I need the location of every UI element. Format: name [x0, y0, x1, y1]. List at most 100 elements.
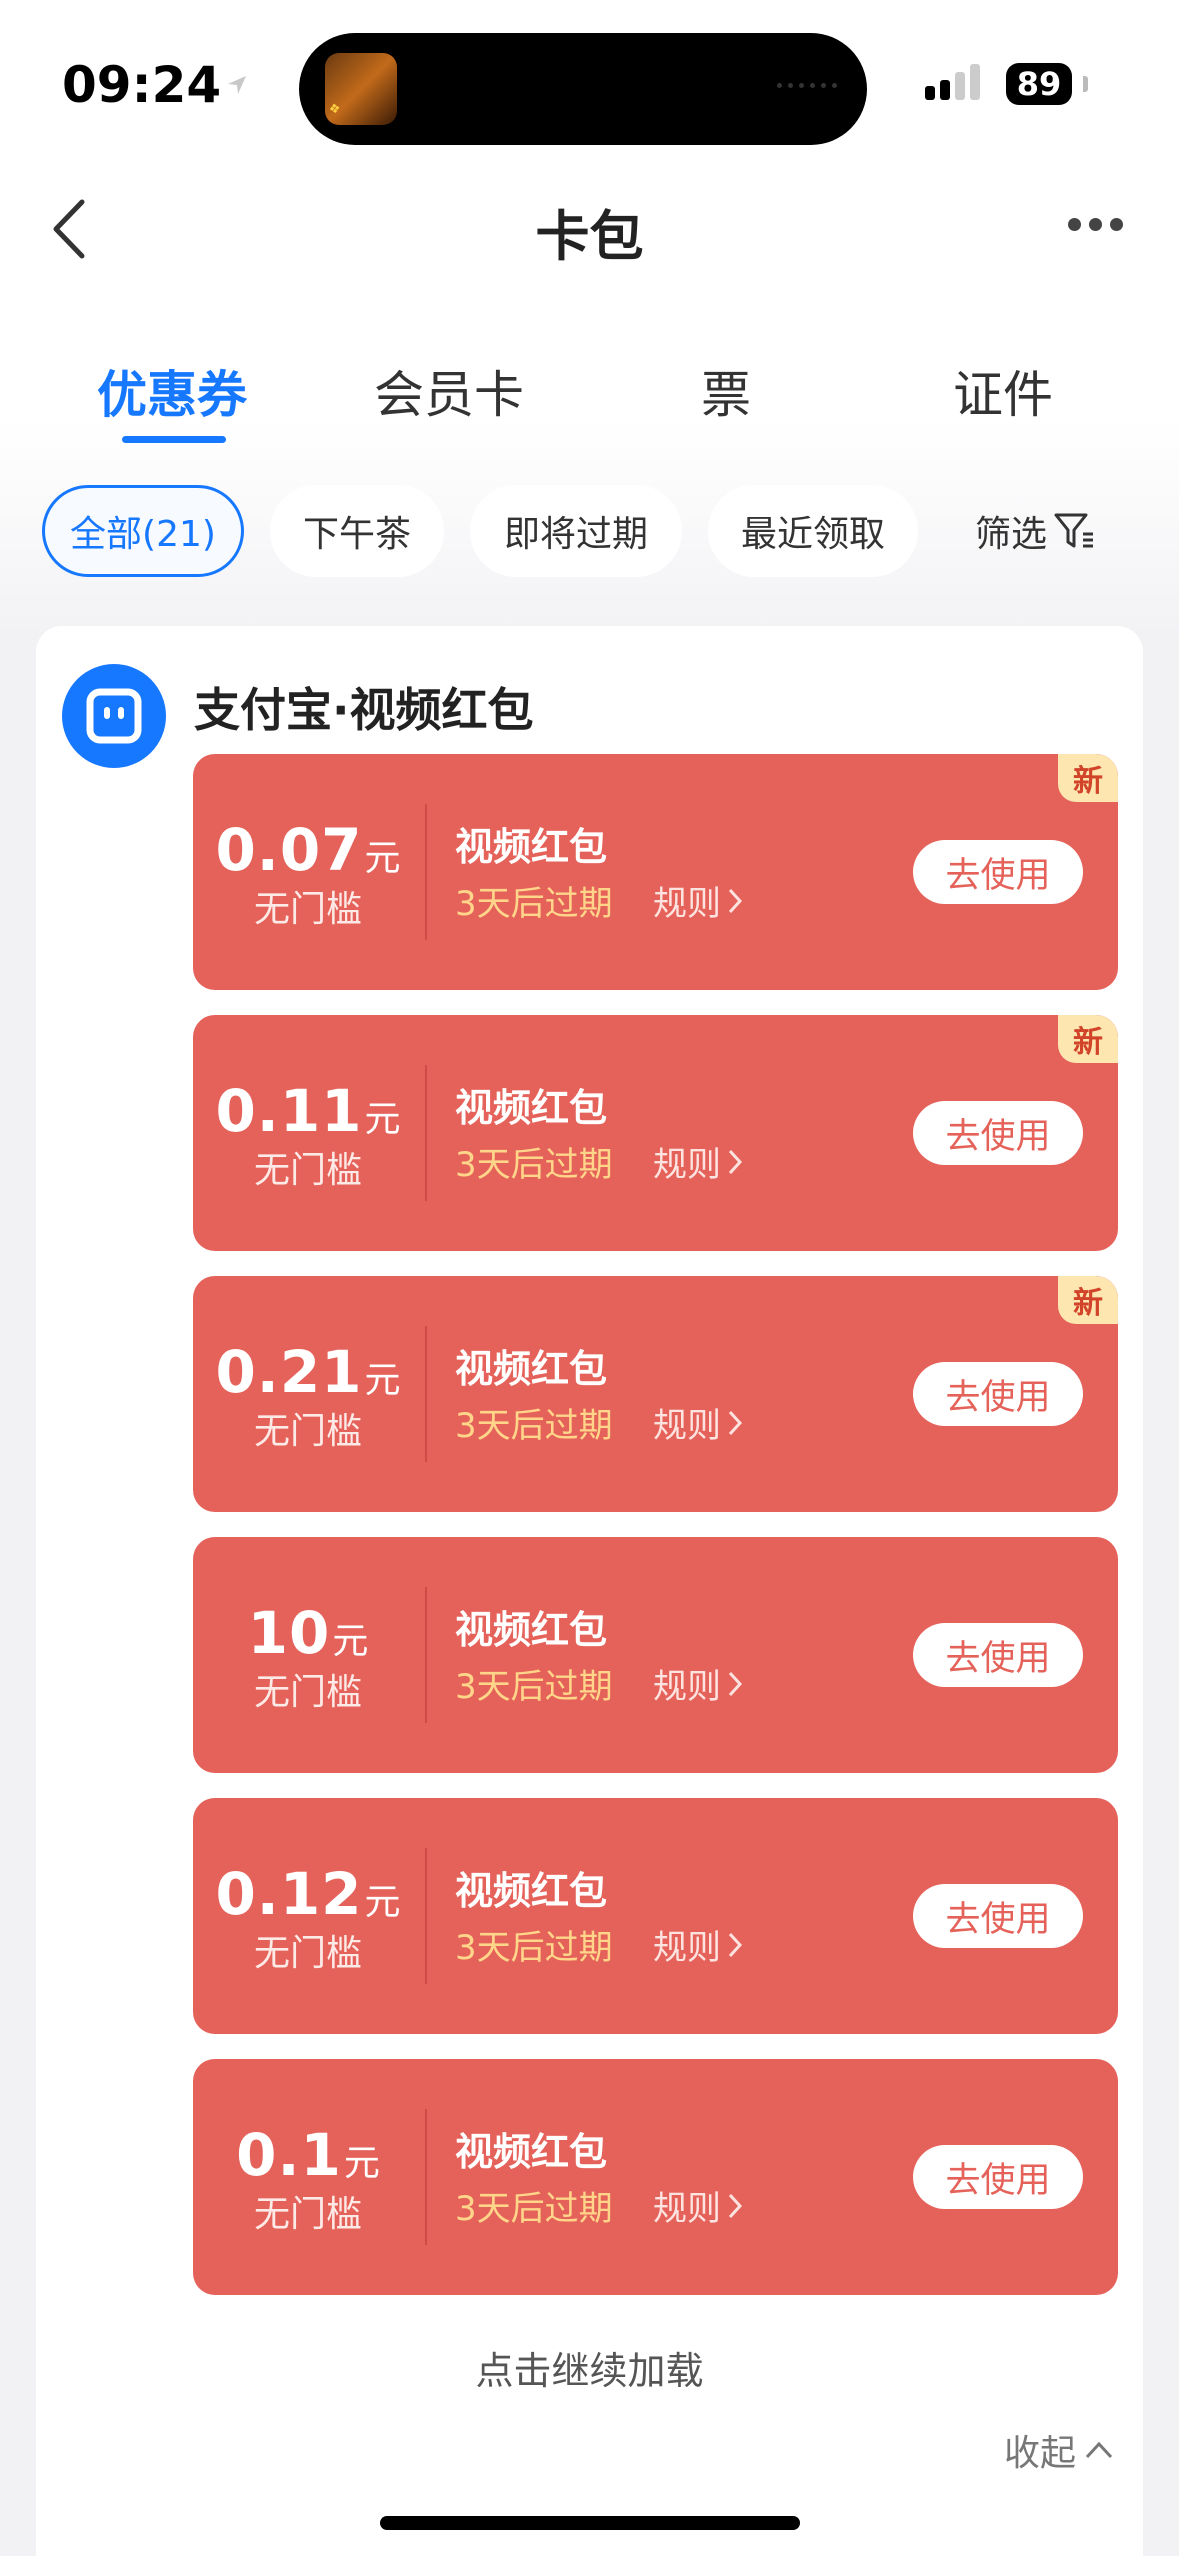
coupon-rules-link[interactable]: 规则: [653, 1398, 743, 1447]
battery-tip: [1083, 76, 1088, 92]
coupon-card[interactable]: 0.11元 无门槛 视频红包 3天后过期 规则 去使用 新: [193, 1015, 1118, 1251]
coupon-unit: 元: [332, 1621, 369, 1662]
merchant-name: 支付宝·视频红包: [194, 683, 534, 737]
coupon-threshold: 无门槛: [253, 1672, 362, 1713]
chevron-up-icon: [1085, 2441, 1113, 2459]
coupon-title: 视频红包: [455, 2130, 608, 2174]
use-coupon-button[interactable]: 去使用: [913, 1623, 1083, 1687]
coupon-divider: [425, 1587, 427, 1723]
new-badge: 新: [1058, 754, 1118, 802]
chevron-right-icon: [728, 1671, 743, 1696]
coupon-amount: 0.1: [236, 2121, 342, 2189]
use-coupon-button[interactable]: 去使用: [913, 1884, 1083, 1948]
coupon-amount-block: 0.1元 无门槛: [193, 2121, 423, 2237]
rules-label: 规则: [653, 1145, 721, 1185]
chip-recently-received[interactable]: 最近领取: [708, 485, 918, 577]
collapse-label: 收起: [1004, 2433, 1077, 2474]
use-coupon-button[interactable]: 去使用: [913, 1101, 1083, 1165]
coupon-card[interactable]: 0.07元 无门槛 视频红包 3天后过期 规则 去使用 新: [193, 754, 1118, 990]
alipay-video-logo: [62, 664, 166, 768]
dynamic-island[interactable]: ❖: [299, 33, 867, 145]
coupon-amount: 0.07: [215, 816, 363, 884]
coupon-amount-block: 0.21元 无门槛: [193, 1338, 423, 1454]
rules-label: 规则: [653, 1667, 721, 1707]
coupon-amount-block: 0.07元 无门槛: [193, 816, 423, 932]
tab-tickets[interactable]: 票: [606, 355, 846, 427]
coupon-expiry: 3天后过期: [455, 1145, 613, 1185]
coupon-unit: 元: [343, 2143, 380, 2184]
coupon-title: 视频红包: [455, 1869, 608, 1913]
coupon-unit: 元: [364, 1360, 401, 1401]
filter-button[interactable]: 筛选: [975, 505, 1095, 557]
coupon-amount: 0.11: [215, 1077, 363, 1145]
coupon-divider: [425, 1065, 427, 1201]
rules-label: 规则: [653, 1406, 721, 1446]
coupon-card[interactable]: 10元 无门槛 视频红包 3天后过期 规则 去使用: [193, 1537, 1118, 1773]
use-coupon-button[interactable]: 去使用: [913, 1362, 1083, 1426]
coupon-expiry: 3天后过期: [455, 884, 613, 924]
coupon-unit: 元: [364, 1882, 401, 1923]
rules-label: 规则: [653, 884, 721, 924]
coupon-card[interactable]: 0.1元 无门槛 视频红包 3天后过期 规则 去使用: [193, 2059, 1118, 2295]
coupon-threshold: 无门槛: [253, 2194, 362, 2235]
chevron-right-icon: [728, 1149, 743, 1174]
page-title: 卡包: [535, 205, 644, 268]
coupon-expiry: 3天后过期: [455, 1406, 613, 1446]
battery-indicator: 89: [1006, 63, 1072, 105]
tab-membership-cards[interactable]: 会员卡: [329, 355, 569, 427]
chevron-right-icon: [728, 888, 743, 913]
chevron-right-icon: [728, 1932, 743, 1957]
new-badge: 新: [1058, 1276, 1118, 1324]
coupon-expiry: 3天后过期: [455, 1667, 613, 1707]
coupon-divider: [425, 804, 427, 940]
coupon-card[interactable]: 0.12元 无门槛 视频红包 3天后过期 规则 去使用: [193, 1798, 1118, 2034]
status-time: 09:24: [62, 56, 222, 114]
more-options-icon[interactable]: [1068, 218, 1123, 231]
coupon-card[interactable]: 0.21元 无门槛 视频红包 3天后过期 规则 去使用 新: [193, 1276, 1118, 1512]
coupon-amount: 0.21: [215, 1338, 363, 1406]
coupon-threshold: 无门槛: [253, 889, 362, 930]
coupon-divider: [425, 1326, 427, 1462]
cellular-signal-icon: [925, 64, 980, 100]
coupon-title: 视频红包: [455, 825, 608, 869]
coupon-threshold: 无门槛: [253, 1150, 362, 1191]
chevron-right-icon: [728, 1410, 743, 1435]
filter-label: 筛选: [975, 514, 1048, 555]
coupon-divider: [425, 2109, 427, 2245]
coupon-divider: [425, 1848, 427, 1984]
chip-expiring-soon[interactable]: 即将过期: [470, 485, 682, 577]
tab-documents[interactable]: 证件: [883, 355, 1123, 427]
coupon-rules-link[interactable]: 规则: [653, 1137, 743, 1186]
coupon-amount: 0.12: [215, 1860, 363, 1928]
chip-afternoon-tea[interactable]: 下午茶: [270, 485, 444, 577]
collapse-button[interactable]: 收起: [1004, 2424, 1114, 2476]
coupon-amount-block: 0.12元 无门槛: [193, 1860, 423, 1976]
island-dots: [777, 83, 837, 88]
tab-coupons[interactable]: 优惠券: [52, 355, 292, 427]
new-badge: 新: [1058, 1015, 1118, 1063]
coupon-rules-link[interactable]: 规则: [653, 1920, 743, 1969]
location-arrow-icon: [228, 76, 246, 94]
rules-label: 规则: [653, 2189, 721, 2229]
coupon-expiry: 3天后过期: [455, 2189, 613, 2229]
coupon-rules-link[interactable]: 规则: [653, 1659, 743, 1708]
coupon-threshold: 无门槛: [253, 1411, 362, 1452]
tv-face-icon: [86, 688, 142, 744]
coupon-rules-link[interactable]: 规则: [653, 876, 743, 925]
chip-all[interactable]: 全部(21): [42, 485, 244, 577]
filter-funnel-icon: [1054, 513, 1094, 548]
use-coupon-button[interactable]: 去使用: [913, 2145, 1083, 2209]
coupon-amount: 10: [247, 1599, 331, 1667]
coupon-title: 视频红包: [455, 1347, 608, 1391]
load-more-link[interactable]: 点击继续加载: [0, 2340, 1179, 2395]
chevron-right-icon: [728, 2193, 743, 2218]
coupon-rules-link[interactable]: 规则: [653, 2181, 743, 2230]
coupon-amount-block: 0.11元 无门槛: [193, 1077, 423, 1193]
coupon-expiry: 3天后过期: [455, 1928, 613, 1968]
active-tab-indicator: [122, 436, 226, 443]
home-indicator[interactable]: [380, 2516, 800, 2530]
coupon-unit: 元: [364, 1099, 401, 1140]
coupon-amount-block: 10元 无门槛: [193, 1599, 423, 1715]
use-coupon-button[interactable]: 去使用: [913, 840, 1083, 904]
now-playing-artwork: ❖: [325, 53, 397, 125]
